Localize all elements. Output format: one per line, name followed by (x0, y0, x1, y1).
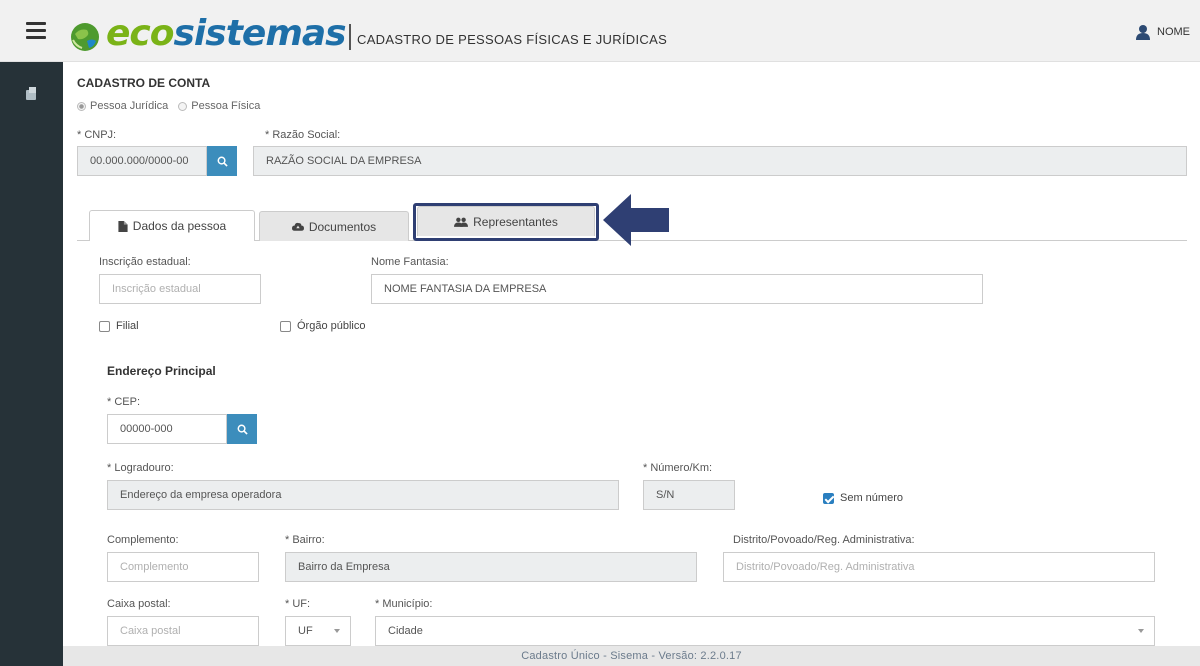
razao-social-label: * Razão Social: (265, 129, 341, 141)
uf-select-value: UF (298, 625, 313, 637)
cep-label: * CEP: (107, 396, 141, 408)
cloud-icon (291, 222, 304, 231)
numero-label: * Número/Km: (643, 462, 713, 474)
footer-version-text: Cadastro Único - Sisema - Versão: 2.2.0.… (521, 650, 742, 662)
logradouro-input[interactable]: Endereço da empresa operadora (107, 480, 619, 510)
caixa-postal-label: Caixa postal: (107, 598, 171, 610)
filial-checkbox-row: Filial (99, 320, 139, 332)
file-icon (118, 220, 128, 232)
caixa-postal-input[interactable]: Caixa postal (107, 616, 259, 646)
logo-globe-icon (71, 23, 99, 51)
municipio-select-value: Cidade (388, 625, 423, 637)
filial-label: Filial (116, 320, 139, 332)
bairro-label: * Bairro: (285, 534, 325, 546)
user-menu[interactable]: NOME (1135, 24, 1190, 40)
orgao-publico-label: Órgão público (297, 320, 366, 332)
orgao-publico-checkbox-row: Órgão público (280, 320, 366, 332)
uf-select[interactable]: UF (285, 616, 351, 646)
sidebar (0, 62, 63, 666)
tab-documentos[interactable]: Documentos (259, 211, 409, 241)
cep-search-button[interactable] (227, 414, 257, 444)
radio-pessoa-fisica[interactable] (178, 101, 188, 111)
sidebar-documents-icon[interactable] (26, 87, 36, 100)
sem-numero-label: Sem número (840, 492, 903, 504)
logo-sistemas-text: sistemas (173, 13, 347, 54)
person-type-radio-group: Pessoa Jurídica Pessoa Física (77, 100, 260, 112)
nome-fantasia-input[interactable]: NOME FANTASIA DA EMPRESA (371, 274, 983, 304)
orgao-publico-checkbox[interactable] (280, 320, 291, 332)
uf-label: * UF: (285, 598, 311, 610)
radio-pessoa-juridica-label: Pessoa Jurídica (90, 100, 169, 112)
razao-social-input[interactable]: RAZÃO SOCIAL DA EMPRESA (253, 146, 1187, 176)
complemento-input[interactable]: Complemento (107, 552, 259, 582)
sem-numero-checkbox-row: Sem número (823, 492, 903, 504)
user-name: NOME (1157, 26, 1190, 38)
municipio-label: * Município: (375, 598, 433, 610)
representantes-highlight-box (413, 203, 599, 241)
municipio-select[interactable]: Cidade (375, 616, 1155, 646)
main-content: CADASTRO DE CONTA Pessoa Jurídica Pessoa… (63, 62, 1200, 646)
search-icon (237, 424, 248, 435)
distrito-label: Distrito/Povoado/Reg. Administrativa: (733, 534, 915, 546)
search-icon (217, 156, 228, 167)
bairro-input[interactable]: Bairro da Empresa (285, 552, 697, 582)
footer: Cadastro Único - Sisema - Versão: 2.2.0.… (63, 646, 1200, 666)
filial-checkbox[interactable] (99, 320, 110, 332)
nome-fantasia-label: Nome Fantasia: (371, 256, 449, 268)
tab-dados-da-pessoa[interactable]: Dados da pessoa (89, 210, 255, 241)
logo-divider (349, 24, 351, 50)
user-icon (1136, 25, 1150, 40)
logradouro-label: * Logradouro: (107, 462, 174, 474)
distrito-input[interactable]: Distrito/Povoado/Reg. Administrativa (723, 552, 1155, 582)
inscricao-input[interactable]: Inscrição estadual (99, 274, 261, 304)
inscricao-label: Inscrição estadual: (99, 256, 191, 268)
cep-input[interactable]: 00000-000 (107, 414, 227, 444)
sem-numero-checkbox[interactable] (823, 492, 834, 504)
menu-toggle-icon[interactable] (26, 22, 46, 39)
page-subtitle: CADASTRO DE PESSOAS FÍSICAS E JURÍDICAS (357, 32, 668, 47)
form-title: CADASTRO DE CONTA (77, 76, 211, 90)
logo-eco-text: eco (106, 13, 174, 54)
radio-pessoa-fisica-label: Pessoa Física (191, 100, 261, 112)
endereco-title: Endereço Principal (107, 364, 216, 378)
tab-documentos-label: Documentos (308, 219, 377, 234)
cnpj-search-button[interactable] (207, 146, 237, 176)
radio-pessoa-juridica[interactable] (77, 101, 86, 111)
cnpj-input[interactable]: 00.000.000/0000-00 (77, 146, 207, 176)
cnpj-label: * CNPJ: (77, 129, 117, 141)
pointer-arrow-icon (603, 194, 669, 246)
top-header: ecosistemas CADASTRO DE PESSOAS FÍSICAS … (0, 0, 1200, 62)
numero-input[interactable]: S/N (643, 480, 735, 510)
complemento-label: Complemento: (107, 534, 179, 546)
uf-chevron-down-icon (334, 629, 340, 633)
brand-logo: ecosistemas (106, 13, 347, 54)
tab-dados-label: Dados da pessoa (132, 219, 227, 233)
municipio-chevron-down-icon (1138, 629, 1144, 633)
